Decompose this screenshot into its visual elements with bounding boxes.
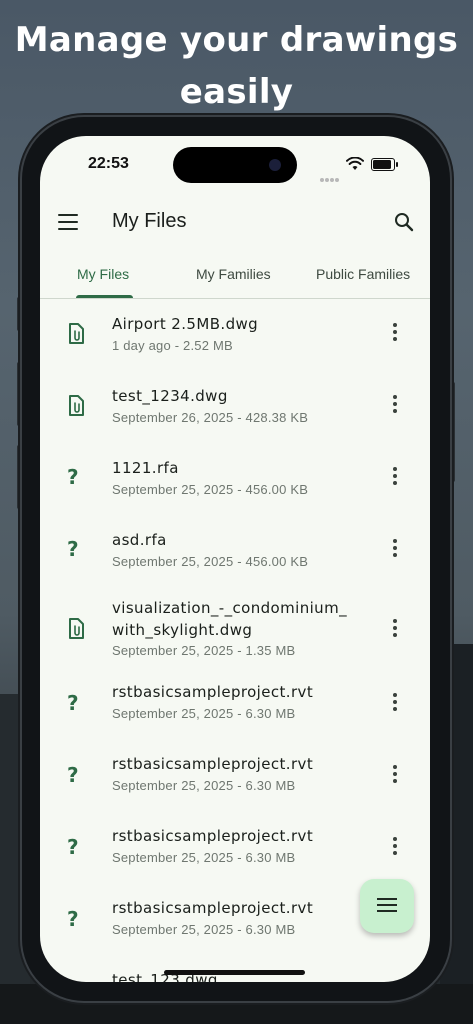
file-meta: September 25, 2025 - 1.35 MB [112,643,296,658]
tab-public-families[interactable]: Public Families [316,250,410,298]
file-name-line1: visualization_-_condominium_ [112,599,348,617]
phone-screen: 22:53 My Files My Files My Families Publ… [40,136,430,982]
fab-menu-button[interactable] [360,879,414,933]
file-name: asd.rfa [112,531,167,549]
file-name: rstbasicsampleproject.rvt [112,755,314,773]
list-item[interactable]: visualization_-_condominium_ with_skylig… [40,587,430,677]
tab-my-files[interactable]: My Files [77,250,129,298]
cellular-signal-icon [320,167,340,186]
file-meta: September 25, 2025 - 6.30 MB [112,778,296,793]
unknown-file-icon: ? [67,537,79,561]
hamburger-menu-icon[interactable] [58,214,78,230]
file-name: 1121.rfa [112,459,179,477]
status-time: 22:53 [88,155,129,172]
unknown-file-icon: ? [67,691,79,715]
more-options-icon[interactable] [386,395,404,419]
document-icon [69,323,84,344]
tab-bar: My Files My Families Public Families [40,250,430,299]
file-meta: September 25, 2025 - 6.30 MB [112,706,296,721]
active-tab-indicator [76,295,133,298]
document-icon [69,618,84,639]
unknown-file-icon: ? [67,835,79,859]
list-item[interactable]: Airport 2.5MB.dwg 1 day ago - 2.52 MB [40,299,430,371]
unknown-file-icon: ? [67,907,79,931]
home-indicator [164,970,305,975]
file-name: rstbasicsampleproject.rvt [112,899,314,917]
more-options-icon[interactable] [386,619,404,643]
phone-power-button [450,382,455,482]
file-name: rstbasicsampleproject.rvt [112,683,314,701]
file-meta: September 25, 2025 - 6.30 MB [112,922,296,937]
file-name: test_1234.dwg [112,387,228,405]
app-bar: My Files [40,200,430,248]
document-icon [69,395,84,416]
promo-headline-line2: easily [179,72,294,112]
file-name: rstbasicsampleproject.rvt [112,827,314,845]
menu-lines-icon [377,898,397,912]
more-options-icon[interactable] [386,693,404,717]
dynamic-island [173,147,297,183]
more-options-icon[interactable] [386,539,404,563]
unknown-file-icon: ? [67,465,79,489]
front-camera-icon [269,159,281,171]
list-item[interactable]: test_1234.dwg September 26, 2025 - 428.3… [40,371,430,443]
page-title: My Files [112,210,187,232]
list-item[interactable]: ? 1121.rfa September 25, 2025 - 456.00 K… [40,443,430,515]
file-name-line2: with_skylight.dwg [112,621,253,639]
more-options-icon[interactable] [386,765,404,789]
promo-headline: Manage your drawings easily [0,14,473,118]
promo-headline-line1: Manage your drawings [14,20,459,60]
file-name: Airport 2.5MB.dwg [112,315,259,333]
status-bar: 22:53 [40,136,430,192]
list-item[interactable]: ? rstbasicsampleproject.rvt September 25… [40,749,430,821]
more-options-icon[interactable] [386,837,404,861]
file-meta: September 26, 2025 - 428.38 KB [112,410,309,425]
more-options-icon[interactable] [386,323,404,347]
tab-my-families[interactable]: My Families [196,250,271,298]
unknown-file-icon: ? [67,763,79,787]
file-meta: September 25, 2025 - 456.00 KB [112,482,309,497]
wifi-icon [346,157,364,170]
search-icon[interactable] [392,210,416,234]
battery-icon [371,158,398,171]
file-meta: September 25, 2025 - 6.30 MB [112,850,296,865]
file-meta: September 25, 2025 - 456.00 KB [112,554,309,569]
file-meta: 1 day ago - 2.52 MB [112,338,233,353]
list-item[interactable]: ? asd.rfa September 25, 2025 - 456.00 KB [40,515,430,587]
more-options-icon[interactable] [386,467,404,491]
list-item[interactable]: ? rstbasicsampleproject.rvt September 25… [40,677,430,749]
